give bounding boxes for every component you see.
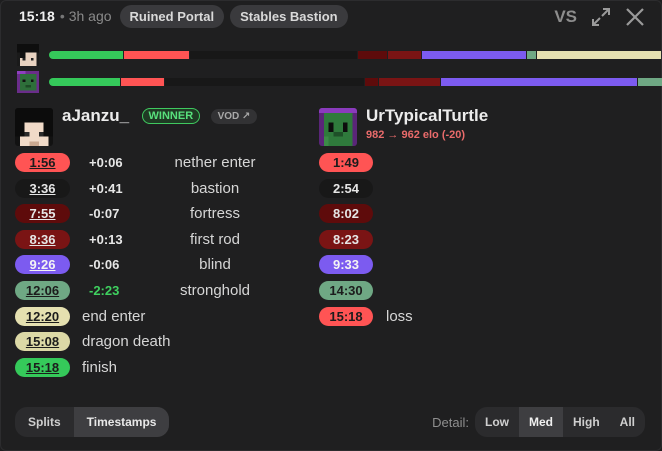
detail-med-option[interactable]: Med <box>518 407 563 437</box>
split-label: finish <box>82 359 118 376</box>
player2-split-time[interactable]: 14:30 <box>319 281 373 300</box>
player1-split-time[interactable]: 12:06 <box>15 281 70 300</box>
player1-avatar <box>15 108 53 146</box>
player1-split-time[interactable]: 1:56 <box>15 153 70 172</box>
split-delta: +0:41 <box>89 181 123 196</box>
player1-split-time[interactable]: 7:55 <box>15 204 70 223</box>
player2-avatar <box>319 108 357 146</box>
player2-split-time[interactable]: 2:54 <box>319 179 373 198</box>
elo-change: 982 → 962 elo (-20) <box>366 129 466 141</box>
winner-badge: WINNER <box>141 108 201 124</box>
player2-split-time[interactable]: 9:33 <box>319 255 373 274</box>
detail-label: Detail: <box>432 414 469 430</box>
player1-split-time[interactable]: 15:08 <box>15 332 70 351</box>
player1-name[interactable]: aJanzu_ <box>62 106 129 125</box>
timeline-segment[interactable] <box>441 78 637 86</box>
split-label: first rod <box>189 231 240 248</box>
timeline-segment[interactable] <box>638 78 662 86</box>
player2-split-time[interactable]: 8:02 <box>319 204 373 223</box>
player2-split-time[interactable]: 1:49 <box>319 153 373 172</box>
split-delta: -0:07 <box>89 206 120 221</box>
bastion-type-tag: Stables Bastion <box>230 4 348 28</box>
timeline-segment[interactable] <box>49 78 120 86</box>
player1-timeline <box>17 44 661 66</box>
split-row: 7:55 -0:07 fortress 8:02 <box>15 204 655 224</box>
player1-split-time[interactable]: 15:18 <box>15 358 70 377</box>
split-row: 8:36 +0:13 first rod 8:23 <box>15 230 655 250</box>
detail-high-option[interactable]: High <box>563 407 610 437</box>
player1-split-time[interactable]: 8:36 <box>15 230 70 249</box>
timeline-segment[interactable] <box>121 78 164 86</box>
player1-avatar-small <box>17 44 39 66</box>
close-icon[interactable] <box>623 5 647 29</box>
timeline-segment[interactable] <box>527 51 536 59</box>
split-label: bastion <box>190 180 240 197</box>
player1-timeline-bar <box>49 51 662 59</box>
player2-timeline-bar <box>49 78 662 86</box>
timeline-segment[interactable] <box>422 51 526 59</box>
player2-header: UrTypicalTurtle 982 → 962 elo (-20) <box>319 106 488 146</box>
player2-timeline <box>17 71 662 93</box>
timeline-segment[interactable] <box>537 51 661 59</box>
match-panel: 15:18 • 3h ago Ruined Portal Stables Bas… <box>0 0 662 451</box>
timeline-segment[interactable] <box>365 78 378 86</box>
split-row: 15:08 dragon death <box>15 332 655 352</box>
split-row: 1:56 +0:06 nether enter 1:49 <box>15 153 655 173</box>
split-row: 12:20 end enter 15:18 loss <box>15 307 655 327</box>
expand-icon[interactable] <box>589 5 613 29</box>
split-delta: -0:06 <box>89 257 120 272</box>
detail-control: Detail: Low Med High All <box>432 407 645 437</box>
match-header: 15:18 • 3h ago Ruined Portal Stables Bas… <box>19 4 354 28</box>
player1-split-time[interactable]: 9:26 <box>15 255 70 274</box>
split-delta: +0:06 <box>89 155 123 170</box>
player1-split-time[interactable]: 12:20 <box>15 307 70 326</box>
timeline-segment[interactable] <box>190 51 357 59</box>
split-label: fortress <box>189 205 240 222</box>
timeline-segment[interactable] <box>379 78 440 86</box>
vs-label: VS <box>554 7 577 26</box>
split-label: end enter <box>82 308 146 325</box>
timeline-segment[interactable] <box>165 78 364 86</box>
detail-options: Low Med High All <box>474 407 645 437</box>
timeline-segment[interactable] <box>49 51 123 59</box>
split-delta: -2:23 <box>89 283 120 298</box>
detail-all-option[interactable]: All <box>610 407 645 437</box>
view-toggle: Splits Timestamps <box>15 407 170 437</box>
player2-avatar-small <box>17 71 39 93</box>
timeline-segment[interactable] <box>388 51 421 59</box>
timeline-segment[interactable] <box>358 51 387 59</box>
split-label: stronghold <box>179 282 251 299</box>
overworld-type-tag: Ruined Portal <box>119 4 225 28</box>
player2-split-time[interactable]: 8:23 <box>319 230 373 249</box>
split-label: nether enter <box>174 154 256 171</box>
split-label: dragon death <box>82 333 171 350</box>
split-row: 3:36 +0:41 bastion 2:54 <box>15 179 655 199</box>
header-actions: VS <box>554 4 647 30</box>
detail-low-option[interactable]: Low <box>475 407 519 437</box>
match-age: 3h ago <box>68 8 112 24</box>
timestamps-option[interactable]: Timestamps <box>73 407 170 437</box>
timeline-segment[interactable] <box>124 51 189 59</box>
player2-split-time[interactable]: 15:18 <box>319 307 373 326</box>
split-row: 9:26 -0:06 blind 9:33 <box>15 255 655 275</box>
vod-link[interactable]: VOD ↗ <box>210 109 258 124</box>
split-row: 15:18 finish <box>15 358 655 378</box>
split-delta: +0:13 <box>89 232 123 247</box>
player1-header: aJanzu_ WINNER VOD ↗ <box>15 106 258 146</box>
match-time: 15:18 <box>19 8 55 24</box>
separator-dot: • <box>59 8 65 24</box>
player1-split-time[interactable]: 3:36 <box>15 179 70 198</box>
split-row: 12:06 -2:23 stronghold 14:30 <box>15 281 655 301</box>
splits-option[interactable]: Splits <box>15 407 74 437</box>
player2-name[interactable]: UrTypicalTurtle <box>366 106 488 126</box>
split-label: blind <box>199 256 231 273</box>
loss-label: loss <box>386 308 413 325</box>
